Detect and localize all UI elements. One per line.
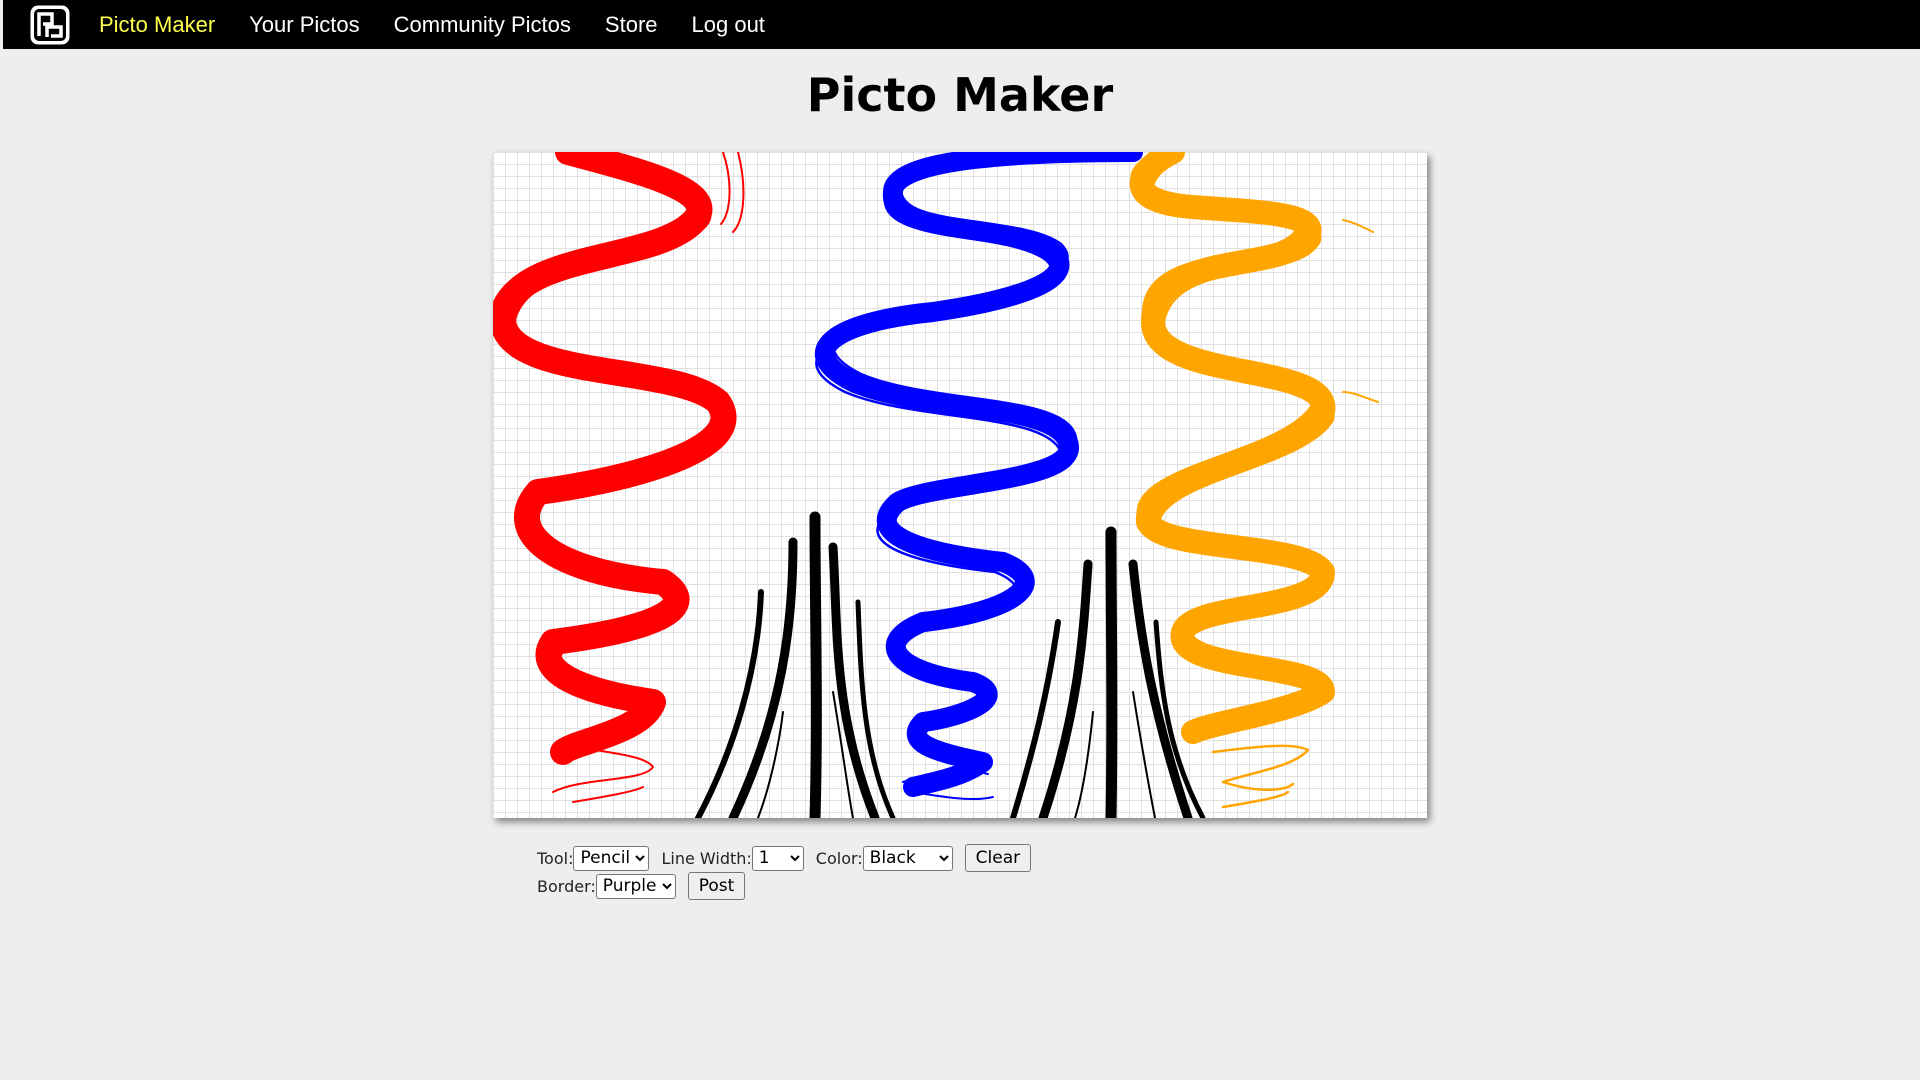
post-button[interactable]: Post [687, 872, 746, 900]
color-select[interactable]: Black [862, 845, 953, 871]
orange-stroke [1129, 152, 1379, 809]
page-title: Picto Maker [806, 68, 1114, 122]
nav-log-out[interactable]: Log out [692, 12, 765, 38]
drawing-strokes [493, 152, 1379, 818]
tool-select[interactable]: Pencil [573, 845, 650, 871]
color-label: Color: [815, 848, 863, 868]
top-navbar: Picto Maker Your Pictos Community Pictos… [3, 0, 1920, 49]
border-label: Border: [537, 876, 596, 896]
tool-label: Tool: [537, 848, 574, 868]
controls-panel: Tool: Pencil Line Width: 1 Color: Black … [537, 844, 1032, 900]
line-width-label: Line Width: [661, 848, 752, 868]
nav-your-pictos[interactable]: Your Pictos [249, 12, 359, 38]
nav-store[interactable]: Store [605, 12, 658, 38]
nav-community-pictos[interactable]: Community Pictos [394, 12, 571, 38]
picto-logo-icon[interactable] [28, 3, 72, 47]
nav-picto-maker[interactable]: Picto Maker [99, 12, 215, 38]
clear-button[interactable]: Clear [964, 844, 1032, 872]
drawing-canvas[interactable] [493, 152, 1427, 818]
line-width-select[interactable]: 1 [751, 845, 804, 871]
red-stroke [493, 152, 745, 803]
border-select[interactable]: Purple [595, 873, 676, 899]
